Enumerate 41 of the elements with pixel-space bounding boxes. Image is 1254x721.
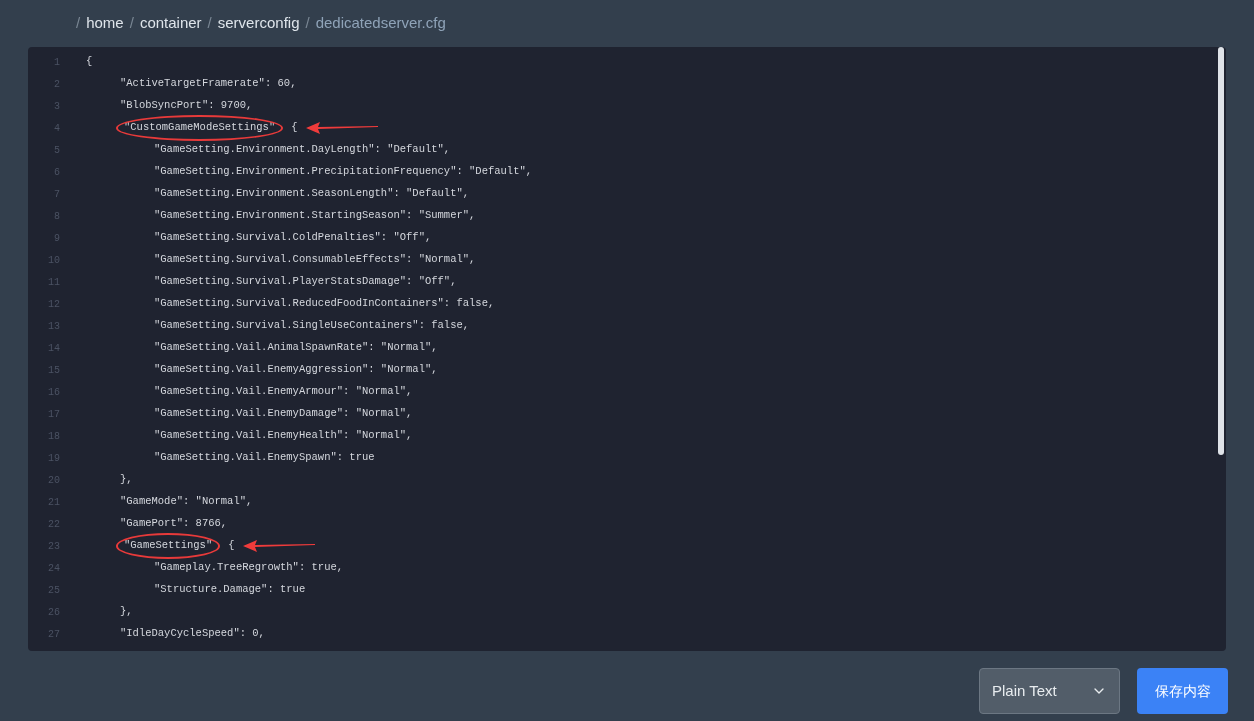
code-text: "BlobSyncPort": 9700, xyxy=(120,98,253,114)
code-text: "GameSetting.Vail.EnemySpawn": true xyxy=(154,450,375,466)
code-text: "GameSetting.Environment.PrecipitationFrequency": "Default", xyxy=(154,164,533,180)
code-text: "GameSetting.Survival.PlayerStatsDamage": "Off", xyxy=(154,274,457,290)
code-text: "GameSetting.Vail.AnimalSpawnRate": "Normal", xyxy=(154,340,438,356)
code-text: "GamePort": 8766, xyxy=(120,516,228,532)
breadcrumb-item[interactable]: home xyxy=(86,12,124,35)
code-text: { xyxy=(228,538,235,554)
code-text: "GameSetting.Vail.EnemyAggression": "Normal", xyxy=(154,362,438,378)
scrollbar-thumb[interactable] xyxy=(1218,47,1224,455)
language-select[interactable]: Plain Text xyxy=(979,668,1120,714)
save-button[interactable]: 保存内容 xyxy=(1137,668,1228,714)
code-text: "GameSetting.Vail.EnemyArmour": "Normal", xyxy=(154,384,413,400)
path-separator: / xyxy=(207,13,212,34)
code-text: "GameSetting.Vail.EnemyHealth": "Normal", xyxy=(154,428,413,444)
code-text: "ActiveTargetFramerate": 60, xyxy=(120,76,297,92)
code-text: "GameSetting.Environment.DayLength": "Default", xyxy=(154,142,451,158)
code-text: "Structure.Damage": true xyxy=(154,582,306,598)
code-text: "GameSetting.Environment.StartingSeason": "Summer", xyxy=(154,208,476,224)
path-separator: / xyxy=(76,13,81,34)
code-text: }, xyxy=(120,604,133,620)
code-text: "GameSetting.Survival.ReducedFoodInContainers": false, xyxy=(154,296,495,312)
path-separator: / xyxy=(305,13,310,34)
code-text: "GameSetting.Survival.ColdPenalties": "Off", xyxy=(154,230,432,246)
code-text: { xyxy=(291,120,298,136)
code-text: "GameSetting.Survival.ConsumableEffects": "Normal", xyxy=(154,252,476,268)
breadcrumb-item[interactable]: serverconfig xyxy=(217,12,300,35)
code-text: "CustomGameModeSettings" xyxy=(124,121,276,134)
breadcrumb-item[interactable]: container xyxy=(139,12,202,35)
code-text: "Gameplay.TreeRegrowth": true, xyxy=(154,560,344,576)
code-text: "GameSetting.Vail.EnemyDamage": "Normal", xyxy=(154,406,413,422)
code-text: "GameMode": "Normal", xyxy=(120,494,253,510)
code-editor[interactable] xyxy=(28,47,1226,651)
code-text: "GameSetting.Survival.SingleUseContainers": false, xyxy=(154,318,470,334)
code-text: "GameSettings" xyxy=(124,539,213,552)
code-text: { xyxy=(86,54,93,70)
code-text: "GameSetting.Environment.SeasonLength": "Default", xyxy=(154,186,470,202)
breadcrumb-item: dedicatedserver.cfg xyxy=(315,13,446,34)
path-separator: / xyxy=(129,13,134,34)
code-text: "IdleDayCycleSpeed": 0, xyxy=(120,626,265,642)
code-text: }, xyxy=(120,472,133,488)
